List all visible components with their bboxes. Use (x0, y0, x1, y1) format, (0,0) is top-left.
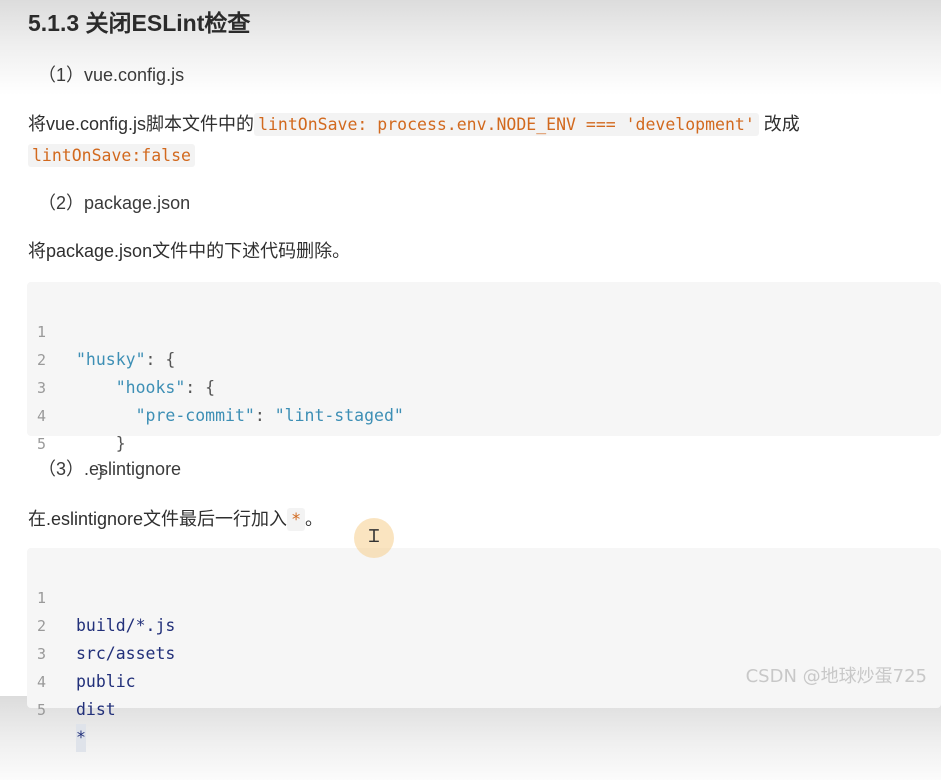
paragraph-text: 。 (305, 509, 323, 529)
code-line: 1 "husky": { (27, 290, 175, 369)
inline-code-lintonsave-dev: lintOnSave: process.env.NODE_ENV === 'de… (254, 113, 759, 136)
code-line: 4 dist (27, 640, 116, 719)
code-line: 3 public (27, 612, 136, 691)
code-line: 5 } (27, 402, 106, 481)
code-punc: } (115, 434, 126, 453)
code-text: } (76, 430, 126, 458)
code-line: 2 src/assets (27, 584, 175, 663)
paragraph-vue-config-line2: lintOnSave:false (28, 141, 195, 170)
section-heading: 5.1.3 关闭ESLint检查 (28, 10, 251, 36)
code-punc: : (254, 406, 275, 425)
code-text: "pre-commit": "lint-staged" (76, 402, 404, 430)
paragraph-text: 改成 (758, 114, 800, 134)
code-text: dist (76, 700, 116, 719)
code-punc: : { (145, 350, 176, 369)
code-line: 2 "hooks": { (27, 318, 215, 397)
code-line: 1 build/*.js (27, 556, 175, 635)
code-line: 5 * (27, 668, 86, 752)
inline-code-star: * (287, 508, 305, 531)
code-line: 4 } (27, 374, 126, 453)
paragraph-text: 在.eslintignore文件最后一行加入 (28, 509, 288, 529)
text-cursor-icon: Ɪ (369, 526, 380, 547)
paragraph-eslintignore: 在.eslintignore文件最后一行加入 *。 (28, 505, 323, 534)
line-number: 5 (37, 701, 47, 719)
code-line: 3 "pre-commit": "lint-staged" (27, 346, 404, 425)
subsection-title-package-json: （2）package.json (38, 193, 191, 213)
inline-code-lintonsave-false: lintOnSave:false (28, 144, 195, 167)
code-text: "husky": { (76, 346, 175, 374)
code-key: "hooks" (115, 378, 186, 397)
paragraph-text: 将vue.config.js脚本文件中的 (28, 114, 255, 134)
code-text-highlighted: * (76, 724, 86, 752)
paragraph-package-json: 将package.json文件中的下述代码删除。 (28, 241, 351, 261)
code-key: "husky" (76, 350, 146, 369)
paragraph-vue-config: 将vue.config.js脚本文件中的 lintOnSave: process.… (28, 110, 800, 139)
code-punc: : { (185, 378, 216, 397)
code-key: "pre-commit" (135, 406, 255, 425)
code-text: public (76, 672, 136, 691)
subsection-title-vue-config: （1）vue.config.js (38, 65, 185, 85)
code-value: "lint-staged" (274, 406, 404, 425)
line-number: 5 (37, 435, 47, 453)
watermark: CSDN @地球炒蛋725 (745, 666, 927, 687)
code-block-package-json[interactable]: 1 "husky": { 2 "hooks": { 3 "pre-commit"… (27, 282, 941, 481)
code-text: "hooks": { (76, 374, 215, 402)
code-text: src/assets (76, 644, 176, 663)
subsection-title-eslintignore: （3）.eslintignore (38, 459, 182, 479)
code-text: build/*.js (76, 616, 176, 635)
